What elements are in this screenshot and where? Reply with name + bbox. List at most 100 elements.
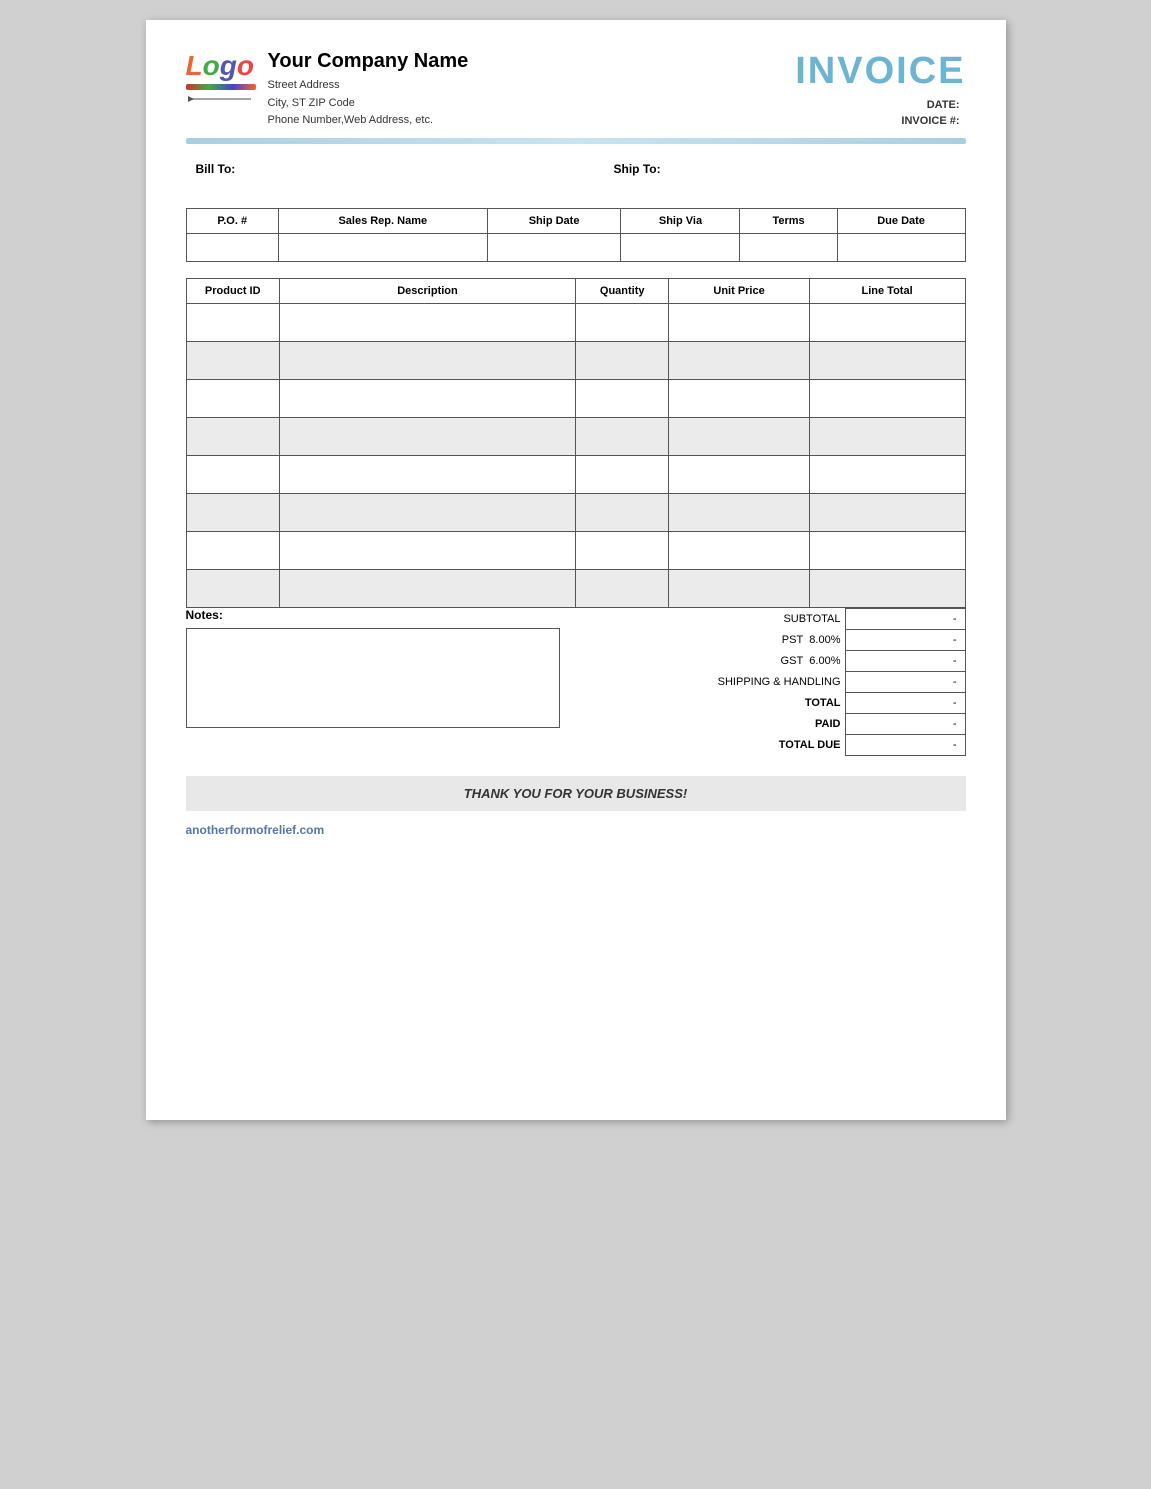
items-row [186, 531, 965, 569]
paid-value: - [845, 713, 965, 734]
ship-via-cell [621, 233, 740, 261]
date-row: DATE: [795, 99, 965, 111]
items-cell [575, 493, 668, 531]
gst-value: - [845, 650, 965, 671]
company-name: Your Company Name [268, 50, 469, 73]
items-cell [186, 455, 279, 493]
total-due-label: TOTAL DUE [591, 734, 845, 755]
logo-char-g: g [220, 50, 237, 81]
quantity-header: Quantity [575, 278, 668, 303]
items-cell [279, 493, 575, 531]
sales-rep-cell [278, 233, 487, 261]
items-cell [669, 379, 809, 417]
due-date-header: Due Date [837, 208, 965, 233]
items-row [186, 379, 965, 417]
items-row [186, 493, 965, 531]
ship-to-block: Ship To: [614, 160, 956, 178]
po-header-row: P.O. # Sales Rep. Name Ship Date Ship Vi… [186, 208, 965, 233]
items-cell [186, 569, 279, 607]
date-label: DATE: [927, 99, 960, 111]
items-row [186, 417, 965, 455]
items-cell [186, 341, 279, 379]
items-cell [669, 531, 809, 569]
totals-section: SUBTOTAL - PST 8.00% - GST 6.00% - [591, 608, 965, 756]
items-row [186, 455, 965, 493]
gst-label: GST [781, 655, 804, 667]
items-cell [575, 455, 668, 493]
items-cell [809, 455, 965, 493]
invoice-title: INVOICE [795, 50, 965, 93]
paid-row: PAID - [591, 713, 965, 734]
items-cell [669, 341, 809, 379]
company-info: Your Company Name Street Address City, S… [268, 50, 469, 130]
shipping-label: SHIPPING & HANDLING [591, 671, 845, 692]
shipping-value: - [845, 671, 965, 692]
items-cell [575, 341, 668, 379]
pst-rate: 8.00% [809, 634, 840, 646]
items-cell [669, 455, 809, 493]
items-cell [279, 341, 575, 379]
items-cell [186, 417, 279, 455]
items-cell [809, 569, 965, 607]
total-due-row: TOTAL DUE - [591, 734, 965, 755]
items-row [186, 303, 965, 341]
items-cell [669, 417, 809, 455]
ship-to-label: Ship To: [614, 162, 661, 176]
invoice-page: Logo Your Company Name Street Address Ci… [146, 20, 1006, 1120]
thank-you-footer: THANK YOU FOR YOUR BUSINESS! [186, 776, 966, 811]
bill-to-label: Bill To: [196, 162, 236, 176]
paid-label: PAID [591, 713, 845, 734]
unit-price-header: Unit Price [669, 278, 809, 303]
terms-cell [740, 233, 837, 261]
items-row [186, 341, 965, 379]
ship-date-header: Ship Date [487, 208, 621, 233]
pst-row: PST 8.00% - [591, 629, 965, 650]
items-cell [809, 341, 965, 379]
items-cell [575, 379, 668, 417]
items-cell [669, 303, 809, 341]
invoice-meta: DATE: INVOICE #: [795, 99, 965, 127]
items-cell [575, 531, 668, 569]
items-cell [575, 303, 668, 341]
address-line3: Phone Number,Web Address, etc. [268, 112, 469, 130]
items-cell [809, 531, 965, 569]
company-details: Street Address City, ST ZIP Code Phone N… [268, 77, 469, 130]
footer-url: anotherformofrelief.com [186, 823, 966, 837]
product-id-header: Product ID [186, 278, 279, 303]
items-cell [279, 569, 575, 607]
logo-char-o1: o [203, 50, 220, 81]
totals-table: SUBTOTAL - PST 8.00% - GST 6.00% - [591, 608, 965, 756]
notes-box[interactable] [186, 628, 560, 728]
total-row: TOTAL - [591, 692, 965, 713]
items-cell [279, 303, 575, 341]
subtotal-label: SUBTOTAL [591, 608, 845, 629]
thank-you-text: THANK YOU FOR YOUR BUSINESS! [464, 786, 687, 801]
invoice-header: Logo Your Company Name Street Address Ci… [186, 50, 966, 130]
items-cell [809, 379, 965, 417]
company-section: Logo Your Company Name Street Address Ci… [186, 50, 469, 130]
gst-row: GST 6.00% - [591, 650, 965, 671]
pst-value: - [845, 629, 965, 650]
address-line1: Street Address [268, 77, 469, 95]
po-num-cell [186, 233, 278, 261]
po-num-header: P.O. # [186, 208, 278, 233]
items-cell [279, 417, 575, 455]
po-table: P.O. # Sales Rep. Name Ship Date Ship Vi… [186, 208, 966, 262]
subtotal-value: - [845, 608, 965, 629]
logo-char-l: L [186, 50, 203, 81]
items-cell [186, 531, 279, 569]
logo-char-o2: o [237, 50, 254, 81]
items-cell [809, 303, 965, 341]
items-cell [669, 569, 809, 607]
items-cell [575, 417, 668, 455]
notes-section: Notes: [186, 608, 560, 728]
pst-label-cell: PST 8.00% [591, 629, 845, 650]
total-label: TOTAL [591, 692, 845, 713]
items-cell [279, 531, 575, 569]
header-divider [186, 138, 966, 144]
bottom-section: Notes: SUBTOTAL - PST 8.00% - [186, 608, 966, 756]
logo: Logo [186, 50, 256, 110]
total-value: - [845, 692, 965, 713]
items-cell [809, 493, 965, 531]
bill-to-block: Bill To: [196, 160, 538, 178]
